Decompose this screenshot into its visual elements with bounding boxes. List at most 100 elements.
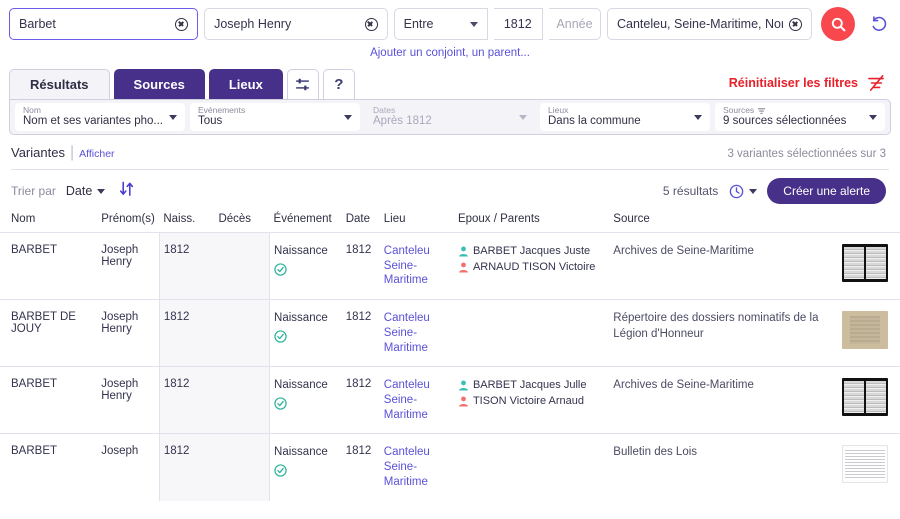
cell-evenement: Naissance [270, 434, 342, 501]
filter-sources[interactable]: Sources 9 sources sélectionnées [715, 103, 885, 131]
chevron-down-icon [344, 115, 352, 120]
tab-sources[interactable]: Sources [114, 69, 205, 99]
filter-dates-value: Après 1812 [373, 115, 432, 128]
chevron-down-icon [519, 115, 527, 120]
cell-deces [214, 300, 269, 367]
filter-bar: Nom Nom et ses variantes pho... Evénemen… [9, 99, 891, 135]
filter-lieux[interactable]: Lieux Dans la commune [540, 103, 710, 131]
cell-source: Répertoire des dossiers nominatifs de la… [609, 300, 838, 367]
cell-date: 1812 [342, 367, 380, 434]
clear-icon[interactable] [789, 18, 802, 31]
place-link[interactable]: Canteleu Seine-Maritime [384, 312, 430, 353]
filter-nom-value: Nom et ses variantes pho... [23, 115, 163, 128]
search-icon [830, 16, 847, 33]
given-name-input[interactable]: Joseph Henry [204, 8, 388, 40]
place-link[interactable]: Canteleu Seine-Maritime [384, 245, 430, 286]
variants-row: Variantes | Afficher 3 variantes sélecti… [0, 135, 900, 169]
cell-nom: BARBET [0, 367, 97, 434]
chevron-down-icon [470, 22, 478, 27]
cell-source: Bulletin des Lois [609, 434, 838, 501]
year-from-value: 1812 [504, 17, 532, 31]
table-row[interactable]: BARBET DE JOUYJoseph Henry1812Naissance1… [0, 300, 900, 367]
variants-count: 3 variantes sélectionnées sur 3 [727, 148, 886, 160]
chevron-down-icon [869, 115, 877, 120]
history-icon [728, 183, 745, 200]
clear-icon[interactable] [365, 18, 378, 31]
clear-icon[interactable] [175, 18, 188, 31]
filter-dates[interactable]: Dates Après 1812 [365, 103, 535, 131]
cell-deces [214, 434, 269, 501]
filter-nom[interactable]: Nom Nom et ses variantes pho... [15, 103, 185, 131]
place-link[interactable]: Canteleu Seine-Maritime [384, 446, 430, 487]
cell-naissance: 1812 [159, 367, 214, 434]
cell-nom: BARBET DE JOUY [0, 300, 97, 367]
help-button[interactable]: ? [323, 69, 355, 99]
place-link[interactable]: Canteleu Seine-Maritime [384, 379, 430, 420]
filter-sources-value: 9 sources sélectionnées [723, 115, 846, 128]
sliders-icon [294, 76, 311, 93]
filter-nom-label: Nom [23, 106, 163, 116]
source-thumbnail[interactable] [842, 378, 888, 416]
cell-date: 1812 [342, 300, 380, 367]
year-to-input[interactable]: Année [549, 8, 601, 40]
tab-resultats[interactable]: Résultats [9, 69, 110, 99]
surname-input[interactable]: Barbet [9, 8, 198, 40]
filter-evenements[interactable]: Evénements Tous [190, 103, 360, 131]
header-naissance[interactable]: Naiss. [159, 213, 214, 233]
relative-entry[interactable]: BARBET Jacques Juste [458, 244, 605, 260]
reset-search-button[interactable] [867, 12, 891, 36]
header-nom[interactable]: Nom [0, 213, 97, 233]
cell-prenom: Joseph Henry [97, 233, 159, 300]
header-date[interactable]: Date [342, 213, 380, 233]
sort-select[interactable]: Date [66, 184, 105, 198]
relative-entry[interactable]: BARBET Jacques Julle [458, 378, 605, 394]
create-alert-button[interactable]: Créer une alerte [767, 178, 886, 204]
verified-check-icon [274, 464, 287, 477]
relative-name: ARNAUD TISON Victoire [473, 260, 595, 276]
header-evenement[interactable]: Événement [270, 213, 342, 233]
advanced-settings-button[interactable] [287, 69, 319, 99]
table-row[interactable]: BARBETJoseph Henry1812Naissance1812Cante… [0, 367, 900, 434]
reset-filters-button[interactable]: Réinitialiser les filtres [729, 75, 886, 91]
table-row[interactable]: BARBETJoseph Henry1812Naissance1812Cante… [0, 233, 900, 300]
male-person-icon [458, 246, 469, 257]
chevron-down-icon [169, 115, 177, 120]
variants-show-link[interactable]: Afficher [79, 148, 114, 160]
period-select[interactable]: Entre [394, 8, 488, 40]
cell-source: Archives de Seine-Maritime [609, 367, 838, 434]
add-relative-link[interactable]: Ajouter un conjoint, un parent... [0, 47, 900, 59]
cell-thumbnail [838, 233, 900, 300]
cell-naissance: 1812 [159, 434, 214, 501]
relative-entry[interactable]: ARNAUD TISON Victoire [458, 260, 605, 276]
year-from-input[interactable]: 1812 [494, 8, 543, 40]
place-value: Canteleu, Seine-Maritime, Norman [617, 17, 783, 31]
filter-evenements-value: Tous [198, 115, 245, 128]
relative-entry[interactable]: TISON Victoire Arnaud [458, 394, 605, 410]
sort-direction-toggle[interactable] [119, 181, 134, 202]
female-person-icon [458, 262, 469, 273]
cell-prenom: Joseph [97, 434, 159, 501]
search-button[interactable] [821, 7, 855, 41]
sort-row: Trier par Date 5 résultats Créer une ale… [0, 170, 900, 213]
header-lieu[interactable]: Lieu [380, 213, 454, 233]
tab-lieux-label: Lieux [229, 77, 263, 92]
table-row[interactable]: BARBETJoseph1812Naissance1812Canteleu Se… [0, 434, 900, 501]
search-bar: Barbet Joseph Henry Entre 1812 Année Can… [0, 0, 900, 41]
source-thumbnail[interactable] [842, 445, 888, 483]
filter-lieux-label: Lieux [548, 106, 641, 116]
cell-epoux-parents [454, 434, 609, 501]
source-thumbnail[interactable] [842, 311, 888, 349]
cell-lieu: Canteleu Seine-Maritime [380, 367, 454, 434]
header-epoux[interactable]: Epoux / Parents [454, 213, 609, 233]
help-icon: ? [334, 76, 343, 93]
header-deces[interactable]: Décès [214, 213, 269, 233]
place-input[interactable]: Canteleu, Seine-Maritime, Norman [607, 8, 812, 40]
header-prenom[interactable]: Prénom(s) [97, 213, 159, 233]
tab-lieux[interactable]: Lieux [209, 69, 283, 99]
sort-value: Date [66, 184, 92, 198]
header-source[interactable]: Source [609, 213, 838, 233]
chevron-down-icon [694, 115, 702, 120]
source-thumbnail[interactable] [842, 244, 888, 282]
history-dropdown[interactable] [728, 183, 757, 200]
cell-lieu: Canteleu Seine-Maritime [380, 434, 454, 501]
